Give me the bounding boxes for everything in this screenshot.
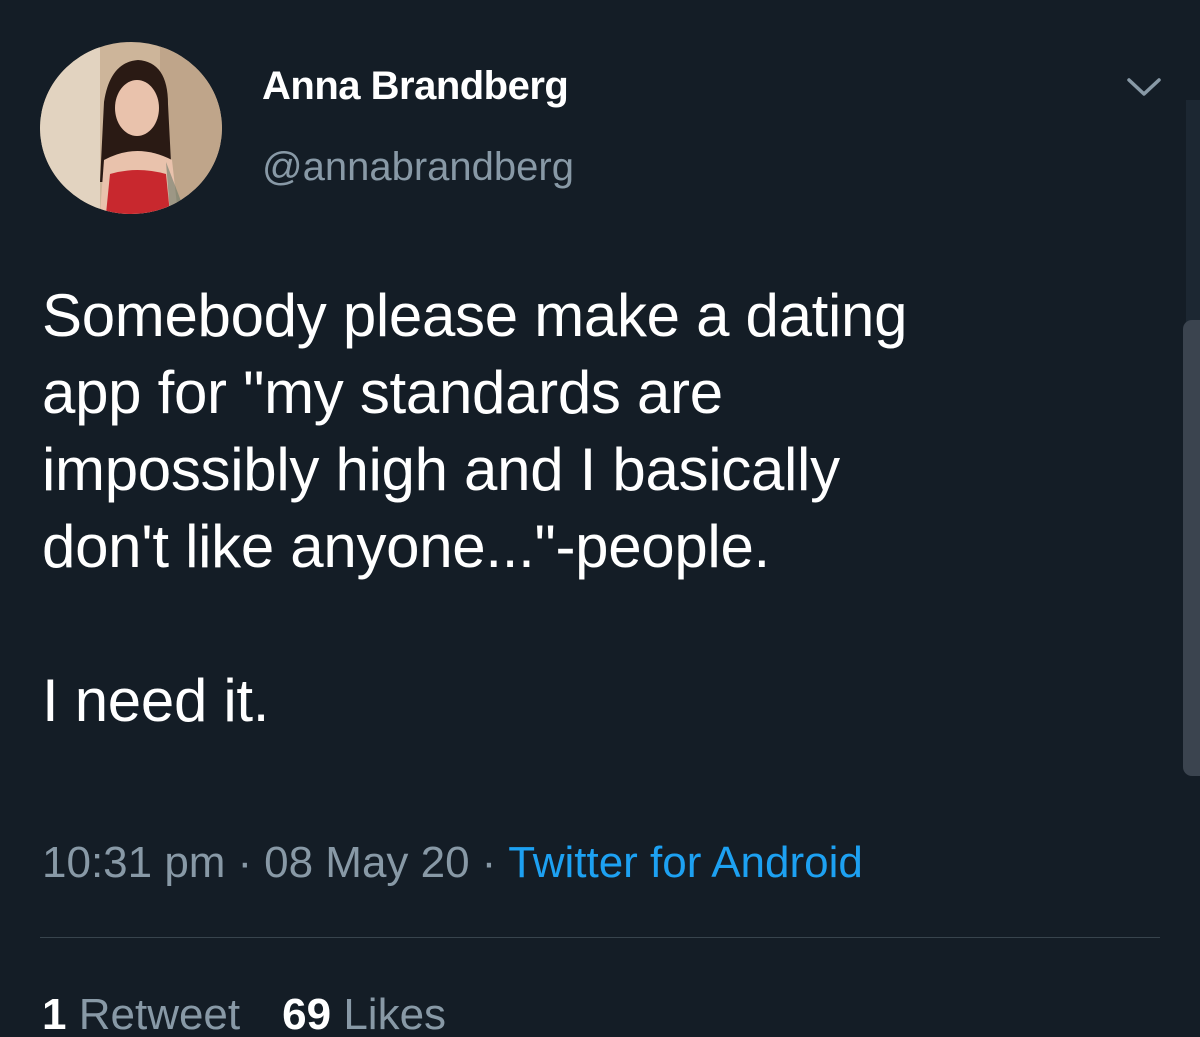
meta-separator: · bbox=[481, 838, 497, 887]
likes-stat[interactable]: 69 Likes bbox=[282, 990, 446, 1037]
divider bbox=[40, 937, 1160, 938]
tweet-time: 10:31 pm bbox=[42, 838, 226, 887]
tweet-stats: 1 Retweet 69 Likes bbox=[42, 990, 446, 1037]
retweets-label: Retweet bbox=[78, 990, 241, 1037]
author-handle[interactable]: @annabrandberg bbox=[262, 145, 574, 190]
likes-label: Likes bbox=[343, 990, 447, 1037]
tweet-text-line: don't like anyone..."-people. bbox=[42, 513, 770, 580]
tweet-source-link[interactable]: Twitter for Android bbox=[508, 838, 863, 887]
tweet-text: Somebody please make a dating app for "m… bbox=[42, 277, 1142, 739]
likes-count: 69 bbox=[282, 990, 332, 1037]
author-name[interactable]: Anna Brandberg bbox=[262, 64, 569, 109]
avatar-photo bbox=[40, 42, 222, 214]
tweet-text-line: app for "my standards are bbox=[42, 359, 723, 426]
tweet-date: 08 May 20 bbox=[264, 838, 470, 887]
tweet-text-line: Somebody please make a dating bbox=[42, 282, 908, 349]
tweet-text-line: I need it. bbox=[42, 667, 270, 734]
retweets-stat[interactable]: 1 Retweet bbox=[42, 990, 240, 1037]
chevron-down-icon[interactable] bbox=[1124, 72, 1164, 102]
scrollbar-thumb[interactable] bbox=[1183, 320, 1200, 776]
avatar[interactable] bbox=[40, 42, 222, 214]
tweet-text-line: impossibly high and I basically bbox=[42, 436, 840, 503]
tweet-detail-screen: Anna Brandberg @annabrandberg Somebody p… bbox=[0, 0, 1200, 1037]
meta-separator: · bbox=[237, 838, 253, 887]
tweet-meta: 10:31 pm · 08 May 20 · Twitter for Android bbox=[42, 838, 863, 888]
retweets-count: 1 bbox=[42, 990, 67, 1037]
